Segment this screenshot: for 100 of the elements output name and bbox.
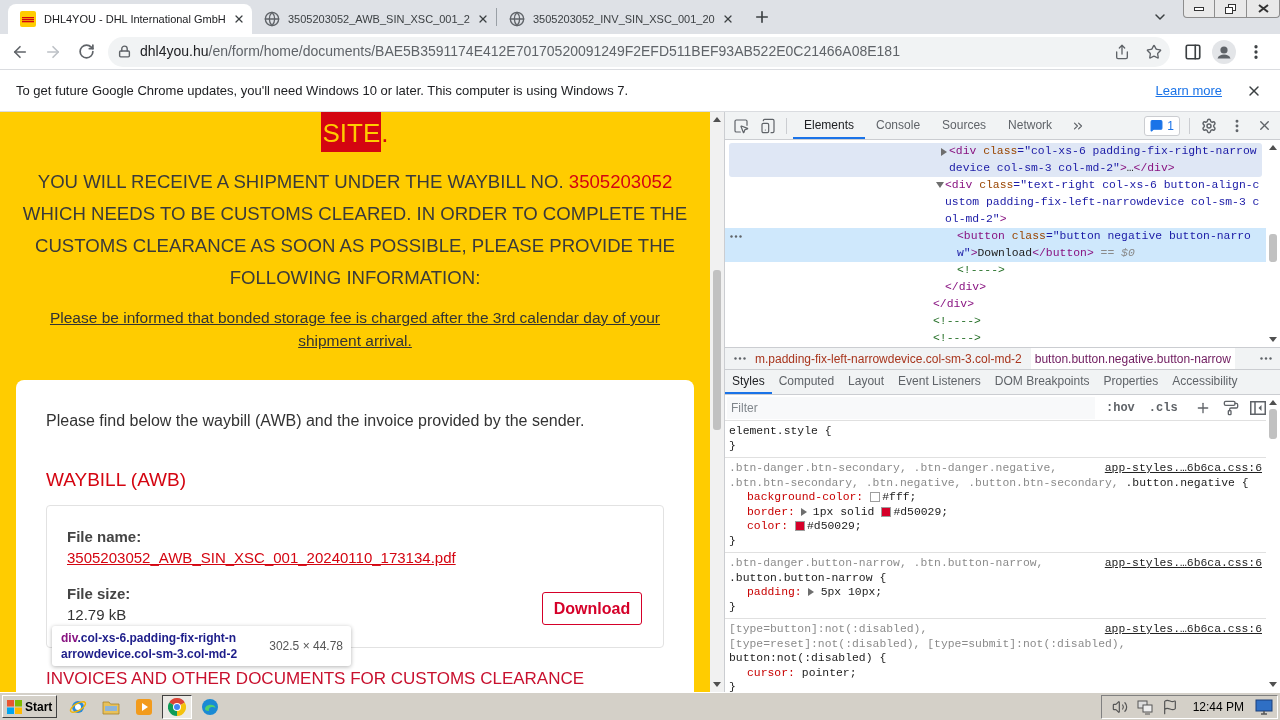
scroll-down-icon[interactable] — [1269, 682, 1277, 687]
close-icon[interactable] — [722, 13, 734, 25]
ellipsis-icon[interactable] — [730, 235, 742, 238]
dom-comment[interactable]: <!----> — [725, 262, 1266, 279]
taskbar-app-button[interactable] — [162, 694, 193, 719]
avatar-icon[interactable] — [1212, 39, 1236, 64]
scroll-up-icon[interactable] — [1269, 145, 1277, 150]
color-swatch-icon[interactable] — [870, 492, 881, 503]
close-icon[interactable] — [477, 13, 489, 25]
css-property[interactable]: padding: — [747, 585, 802, 600]
styles-pane-tab[interactable]: Layout — [841, 370, 892, 394]
css-property[interactable]: border: — [747, 504, 795, 519]
styles-pane-tab[interactable]: Event Listeners — [891, 370, 988, 394]
color-swatch-icon[interactable] — [881, 506, 892, 517]
color-swatch-icon[interactable] — [795, 521, 805, 532]
start-button[interactable]: Start — [2, 695, 58, 718]
side-panel-icon[interactable] — [1184, 42, 1202, 61]
stylesheet-link[interactable]: app-styles.…6b6ca.css:6 — [1104, 556, 1262, 571]
dom-comment[interactable]: <!----> — [725, 313, 1266, 330]
learn-more-link[interactable]: Learn more — [1155, 80, 1222, 101]
stylesheet-link[interactable]: app-styles.…6b6ca.css:6 — [1104, 622, 1262, 637]
browser-tab[interactable]: DHL4YOU - DHL International GmbH — [8, 4, 252, 34]
download-button[interactable]: Download — [542, 592, 642, 625]
close-window-button[interactable] — [1246, 0, 1280, 18]
dom-node[interactable]: <button class="button negative button-narrow">Download</button> == $0 — [725, 228, 1266, 262]
css-value[interactable]: #d50029; — [893, 504, 949, 519]
triangle-right-icon[interactable] — [940, 148, 947, 156]
scroll-up-icon[interactable] — [713, 117, 721, 122]
breadcrumb[interactable]: m.padding-fix-left-narrowdevice.col-sm-3.col-md-2 — [751, 348, 1026, 369]
scroll-down-icon[interactable] — [1269, 337, 1277, 342]
inspect-icon[interactable] — [733, 117, 749, 134]
computer-icon[interactable] — [1136, 698, 1153, 715]
devtools-tab[interactable]: Sources — [931, 112, 998, 139]
scrollbar-thumb[interactable] — [713, 270, 721, 430]
devtools-tab[interactable]: Elements — [793, 112, 866, 139]
minimize-icon — [1194, 6, 1204, 11]
minimize-button[interactable] — [1183, 0, 1215, 18]
scrollbar[interactable] — [710, 112, 724, 692]
css-selector: .btn.negative, — [865, 476, 962, 489]
styles-pane-tab[interactable]: Properties — [1096, 370, 1166, 394]
close-icon[interactable] — [1257, 118, 1272, 133]
scrollbar-thumb[interactable] — [1269, 234, 1277, 262]
element-selector-text: div.col-xs-6.padding-fix-right-narrowdevice.col-sm-3.col-md-2 — [61, 630, 239, 662]
triangle-right-icon[interactable] — [807, 588, 814, 597]
star-icon[interactable] — [1146, 43, 1162, 60]
styles-pane-tab[interactable]: Styles — [725, 370, 772, 394]
dom-closing-tag[interactable]: </div> — [725, 279, 1266, 296]
file-name-link[interactable]: 3505203052_AWB_SIN_XSC_001_20240110_173134.pdf — [67, 547, 456, 569]
styles-pane-tab[interactable]: Computed — [771, 370, 842, 394]
css-value[interactable]: pointer; — [801, 665, 857, 680]
dom-comment[interactable]: <!----> — [725, 330, 1266, 347]
share-icon[interactable] — [1114, 43, 1130, 60]
lock-icon[interactable] — [118, 45, 131, 58]
dom-node[interactable]: <div class="col-xs-6 padding-fix-right-narrowdevice col-sm-3 col-md-2">…</div> — [729, 143, 1262, 177]
devtools-tab[interactable]: Console — [865, 112, 932, 139]
swirl-logo-icon — [201, 697, 220, 716]
css-value[interactable]: #d50029; — [807, 519, 862, 534]
triangle-right-icon[interactable] — [800, 507, 807, 516]
ellipsis-icon[interactable] — [1260, 357, 1272, 360]
scroll-down-icon[interactable] — [713, 682, 721, 687]
breadcrumb[interactable]: button.button.negative.button-narrow — [1030, 348, 1235, 369]
invoices-heading: INVOICES AND OTHER DOCUMENTS FOR CUSTOMS CLEARANCE — [46, 669, 586, 689]
flag-icon[interactable] — [1161, 698, 1178, 715]
scrollbar-thumb[interactable] — [1269, 409, 1277, 439]
element-size-text: 302.5 × 44.78 — [269, 638, 343, 655]
styles-pane-tab[interactable]: Accessibility — [1165, 370, 1245, 394]
monitor-icon[interactable] — [1255, 698, 1273, 715]
speaker-icon[interactable] — [1111, 698, 1128, 715]
sidebar-toggle-icon[interactable] — [1249, 400, 1266, 415]
closing-brace: } — [729, 439, 736, 452]
new-tab-icon[interactable] — [753, 8, 771, 26]
dom-node[interactable]: <div class="text-right col-xs-6 button-align-custom padding-fix-left-narrowdevice col-sm-3 col-md-2"> — [725, 177, 1266, 228]
close-icon[interactable] — [233, 13, 245, 25]
style-toggle-button[interactable]: .cls — [1145, 398, 1181, 417]
browser-tab[interactable]: 3505203052_INV_SIN_XSC_001_20 — [497, 4, 741, 34]
reload-icon[interactable] — [77, 43, 95, 60]
dom-closing-tag[interactable]: </div> — [725, 296, 1266, 313]
css-value[interactable]: 5px 10px; — [820, 585, 883, 600]
css-property[interactable]: color: — [747, 519, 788, 534]
settings-icon[interactable] — [1201, 117, 1217, 134]
css-value[interactable]: #fff; — [882, 490, 917, 505]
style-toggle-button[interactable]: :hov — [1103, 398, 1138, 417]
issues-button[interactable]: 1 — [1144, 115, 1180, 136]
clock-time[interactable]: 12:44 PM — [1192, 697, 1244, 716]
devtools-tab[interactable]: Network — [997, 112, 1064, 139]
waybill-heading: WAYBILL (AWB) — [46, 468, 188, 492]
phone-tablet-icon[interactable] — [760, 117, 776, 134]
styles-pane-tab[interactable]: DOM Breakpoints — [987, 370, 1097, 394]
css-property[interactable]: background-color: — [747, 490, 864, 505]
filter-field[interactable]: Filter — [727, 396, 1095, 419]
stylesheet-link[interactable]: app-styles.…6b6ca.css:6 — [1104, 461, 1262, 476]
paint-roller-icon[interactable] — [1222, 399, 1239, 416]
ellipsis-icon[interactable] — [734, 357, 746, 360]
address-bar[interactable]: dhl4you.hu/en/form/home/documents/BAE5B3591174E412E70170520091249F2EFD511BEF93AB522E0C21466A08E181 — [108, 36, 1170, 67]
browser-tab[interactable]: 3505203052_AWB_SIN_XSC_001_2 — [252, 4, 496, 34]
css-value[interactable]: 1px solid — [812, 504, 875, 519]
scroll-up-icon[interactable] — [1269, 400, 1277, 405]
triangle-down-icon[interactable] — [935, 182, 944, 188]
css-property[interactable]: cursor: — [747, 665, 795, 680]
restore-button[interactable] — [1215, 0, 1246, 18]
